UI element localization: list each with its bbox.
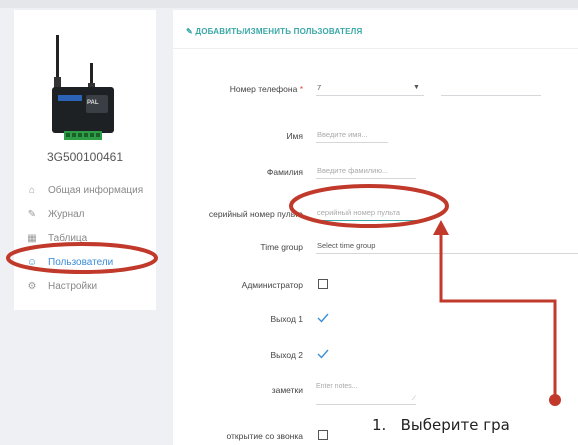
user-form-panel: ✎ ДОБАВИТЬ/ИЗМЕНИТЬ ПОЛЬЗОВАТЕЛЯ Номер т… — [173, 10, 578, 445]
pencil-icon: ✎ — [186, 27, 193, 36]
user-icon: ☺ — [26, 256, 38, 268]
sidebar: PAL 3G500100461 ⌂ Общая информация ✎ Жур… — [14, 10, 156, 310]
device-image — [52, 35, 114, 140]
surname-label: Фамилия — [266, 167, 303, 177]
output1-label: Выход 1 — [270, 314, 303, 324]
resize-grip-icon[interactable]: ⟋ — [412, 396, 416, 403]
phone-value: 7 — [317, 83, 322, 92]
top-strip — [0, 0, 578, 8]
sidebar-item-label: Настройки — [48, 280, 98, 292]
notes-textarea[interactable]: Enter notes... ⟋ — [316, 383, 416, 405]
caption-number: 1. — [372, 416, 387, 434]
journal-icon: ✎ — [27, 208, 37, 220]
caption-text: Выберите гра — [400, 416, 510, 434]
sidebar-item-settings[interactable]: ⚙ Настройки — [14, 274, 156, 298]
surname-input[interactable]: Введите фамилию... — [316, 165, 416, 179]
panel-divider — [173, 48, 578, 49]
admin-checkbox[interactable] — [318, 279, 328, 289]
callopen-checkbox[interactable] — [318, 430, 328, 440]
instruction-caption: 1. Выберите гра — [372, 416, 510, 434]
timegroup-select[interactable]: Select time group — [316, 240, 578, 254]
sidebar-item-label: Пользователи — [48, 256, 114, 268]
gear-icon: ⚙ — [27, 280, 37, 292]
table-icon: ▦ — [27, 232, 37, 244]
callopen-label: открытие со звонка — [226, 431, 303, 441]
notes-label: заметки — [271, 385, 303, 395]
output2-label: Выход 2 — [270, 350, 303, 360]
sidebar-item-label: Журнал — [48, 208, 85, 220]
phone-number-input[interactable] — [441, 82, 541, 96]
notes-placeholder: Enter notes... — [316, 383, 358, 390]
output1-check-icon[interactable] — [317, 313, 329, 323]
sidebar-item-label: Общая информация — [48, 184, 144, 196]
chevron-down-icon[interactable]: ▼ — [413, 84, 420, 91]
name-input[interactable]: Введите имя... — [316, 129, 388, 143]
sidebar-item-journal[interactable]: ✎ Журнал — [14, 202, 156, 226]
sidebar-item-label: Таблица — [48, 232, 88, 244]
serial-label: серийный номер пульта — [208, 209, 303, 219]
device-brand: PAL — [87, 100, 99, 106]
sidebar-item-general[interactable]: ⌂ Общая информация — [14, 178, 156, 202]
name-label: Имя — [286, 131, 303, 141]
serial-input[interactable]: серийный номер пульта — [316, 207, 418, 221]
output2-check-icon[interactable] — [317, 349, 329, 359]
phone-country-select[interactable]: 7 — [316, 82, 424, 96]
home-icon: ⌂ — [28, 184, 36, 196]
sidebar-item-table[interactable]: ▦ Таблица — [14, 226, 156, 250]
timegroup-label: Time group — [260, 242, 303, 252]
admin-label: Администратор — [241, 280, 303, 290]
phone-label: Номер телефона * — [229, 84, 303, 94]
device-id: 3G500100461 — [46, 150, 124, 164]
sidebar-item-users[interactable]: ☺ Пользователи — [14, 250, 156, 274]
panel-title: ✎ ДОБАВИТЬ/ИЗМЕНИТЬ ПОЛЬЗОВАТЕЛЯ — [186, 27, 362, 36]
panel-title-text: ДОБАВИТЬ/ИЗМЕНИТЬ ПОЛЬЗОВАТЕЛЯ — [195, 27, 363, 36]
